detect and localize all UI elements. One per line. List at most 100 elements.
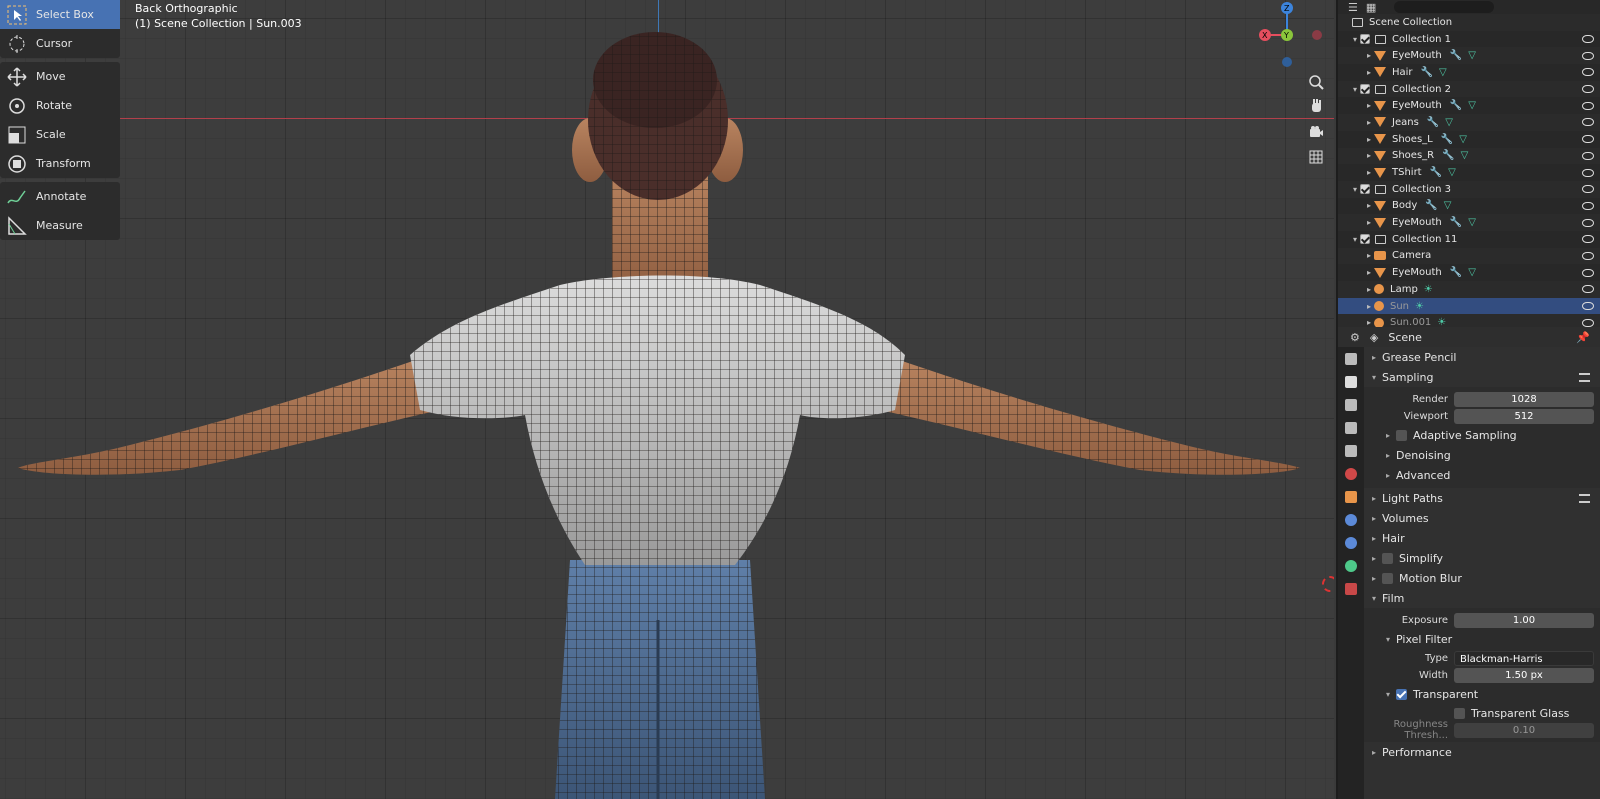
- section-sampling[interactable]: ▾ Sampling: [1364, 367, 1600, 387]
- 3d-viewport[interactable]: Select Box Cursor Move Rotate Scale Tran…: [0, 0, 1334, 799]
- visibility-eye-icon[interactable]: [1582, 235, 1594, 244]
- disclosure-collapsed-icon[interactable]: ▸: [1364, 51, 1374, 60]
- visibility-eye-icon[interactable]: [1582, 201, 1594, 210]
- outliner-row[interactable]: ▸ Shoes_R 🔧 ▽: [1338, 147, 1600, 165]
- outliner-row[interactable]: ▸ EyeMouth 🔧 ▽: [1338, 264, 1600, 281]
- mesh-data-icon[interactable]: ▽: [1468, 217, 1476, 228]
- visibility-eye-icon[interactable]: [1582, 135, 1594, 144]
- tool-rotate[interactable]: Rotate: [0, 91, 120, 120]
- disclosure-collapsed-icon[interactable]: ▸: [1364, 285, 1374, 294]
- render-tab-icon[interactable]: [1338, 370, 1364, 393]
- disclosure-collapsed-icon[interactable]: ▸: [1364, 151, 1374, 160]
- outliner-row[interactable]: ▸ Jeans 🔧 ▽: [1338, 114, 1600, 131]
- collection-checkbox[interactable]: [1360, 34, 1370, 45]
- section-hair[interactable]: ▸ Hair: [1364, 528, 1600, 548]
- mesh-data-icon[interactable]: ▽: [1448, 167, 1456, 178]
- tool-cursor[interactable]: Cursor: [0, 29, 120, 58]
- list-icon[interactable]: [1579, 372, 1590, 382]
- disclosure-collapsed-icon[interactable]: ▸: [1364, 218, 1374, 227]
- scene-tab-icon[interactable]: [1338, 439, 1364, 462]
- outliner-row[interactable]: ▸ EyeMouth 🔧 ▽: [1338, 97, 1600, 114]
- transparent-checkbox[interactable]: [1396, 688, 1407, 700]
- light-data-icon[interactable]: ☀: [1424, 284, 1433, 295]
- disclosure-expanded-icon[interactable]: ▾: [1350, 235, 1360, 244]
- outliner-row[interactable]: ▸ TShirt 🔧 ▽: [1338, 164, 1600, 181]
- object-tab-icon[interactable]: [1338, 485, 1364, 508]
- disclosure-collapsed-icon[interactable]: ▸: [1364, 201, 1374, 210]
- grid-toggle-icon[interactable]: [1304, 145, 1328, 169]
- modifier-icon[interactable]: 🔧: [1425, 200, 1437, 211]
- section-volumes[interactable]: ▸ Volumes: [1364, 508, 1600, 528]
- list-icon[interactable]: [1579, 493, 1590, 503]
- modifier-icon[interactable]: 🔧: [1450, 267, 1462, 278]
- visibility-eye-icon[interactable]: [1582, 35, 1594, 44]
- outliner-row[interactable]: ▸ EyeMouth 🔧 ▽: [1338, 214, 1600, 231]
- disclosure-expanded-icon[interactable]: ▾: [1350, 35, 1360, 44]
- outliner-row[interactable]: ▸ Sun ☀: [1338, 297, 1600, 315]
- outliner-row[interactable]: ▾ Collection 2: [1338, 80, 1600, 98]
- zoom-icon[interactable]: [1304, 70, 1328, 94]
- pin-icon[interactable]: 📌: [1576, 331, 1590, 344]
- outliner-row[interactable]: ▸ Sun.001 ☀: [1338, 314, 1600, 327]
- disclosure-collapsed-icon[interactable]: ▸: [1364, 118, 1374, 127]
- outliner-row[interactable]: ▾ Collection 1: [1338, 31, 1600, 48]
- collection-checkbox[interactable]: [1360, 84, 1370, 95]
- section-motion-blur[interactable]: ▸ Motion Blur: [1364, 568, 1600, 588]
- section-adaptive-sampling[interactable]: ▸ Adaptive Sampling: [1364, 425, 1600, 445]
- mesh-data-icon[interactable]: ▽: [1445, 117, 1453, 128]
- outliner-search-input[interactable]: [1394, 1, 1495, 13]
- camera-view-icon[interactable]: [1304, 120, 1328, 144]
- disclosure-collapsed-icon[interactable]: ▸: [1364, 135, 1374, 144]
- data-tab-icon[interactable]: [1338, 554, 1364, 577]
- section-denoising[interactable]: ▸ Denoising: [1364, 445, 1600, 465]
- mesh-data-icon[interactable]: ▽: [1444, 200, 1452, 211]
- motion-blur-checkbox[interactable]: [1382, 572, 1393, 584]
- outliner-row[interactable]: ▸ Lamp ☀: [1338, 281, 1600, 298]
- visibility-eye-icon[interactable]: [1582, 268, 1594, 277]
- visibility-eye-icon[interactable]: [1582, 318, 1594, 327]
- simplify-checkbox[interactable]: [1382, 552, 1393, 564]
- disclosure-expanded-icon[interactable]: ▾: [1350, 85, 1360, 94]
- light-data-icon[interactable]: ☀: [1437, 317, 1446, 327]
- modifier-tab-icon[interactable]: [1338, 508, 1364, 531]
- mesh-data-icon[interactable]: ▽: [1439, 67, 1447, 78]
- visibility-eye-icon[interactable]: [1582, 101, 1594, 110]
- modifier-icon[interactable]: 🔧: [1442, 150, 1454, 161]
- visibility-eye-icon[interactable]: [1582, 85, 1594, 94]
- tool-select-box[interactable]: Select Box: [0, 0, 120, 29]
- adaptive-checkbox[interactable]: [1396, 429, 1407, 441]
- visibility-eye-icon[interactable]: [1582, 151, 1594, 160]
- tool-move[interactable]: Move: [0, 62, 120, 91]
- tool-measure[interactable]: Measure: [0, 211, 120, 240]
- visibility-eye-icon[interactable]: [1582, 285, 1594, 294]
- texture-tab-icon[interactable]: [1338, 577, 1364, 600]
- modifier-icon[interactable]: 🔧: [1427, 117, 1439, 128]
- visibility-eye-icon[interactable]: [1582, 302, 1594, 311]
- visibility-eye-icon[interactable]: [1582, 251, 1594, 260]
- modifier-icon[interactable]: 🔧: [1450, 100, 1462, 111]
- disclosure-collapsed-icon[interactable]: ▸: [1364, 302, 1374, 311]
- output-tab-icon[interactable]: [1338, 393, 1364, 416]
- character-model[interactable]: [0, 0, 1334, 799]
- disclosure-collapsed-icon[interactable]: ▸: [1364, 101, 1374, 110]
- tool-transform[interactable]: Transform: [0, 149, 120, 178]
- section-simplify[interactable]: ▸ Simplify: [1364, 548, 1600, 568]
- modifier-icon[interactable]: 🔧: [1450, 50, 1462, 61]
- world-tab-icon[interactable]: [1338, 462, 1364, 485]
- disclosure-collapsed-icon[interactable]: ▸: [1364, 168, 1374, 177]
- visibility-eye-icon[interactable]: [1582, 68, 1594, 77]
- light-data-icon[interactable]: ☀: [1415, 301, 1424, 312]
- mesh-data-icon[interactable]: ▽: [1468, 267, 1476, 278]
- navigation-gizmo[interactable]: Z X Y: [1255, 0, 1325, 70]
- outliner-row[interactable]: ▸ EyeMouth 🔧 ▽: [1338, 47, 1600, 65]
- disclosure-collapsed-icon[interactable]: ▸: [1364, 268, 1374, 277]
- viewport-samples-value[interactable]: 512: [1454, 408, 1594, 424]
- disclosure-collapsed-icon[interactable]: ▸: [1364, 318, 1374, 327]
- physics-tab-icon[interactable]: [1338, 531, 1364, 554]
- mesh-data-icon[interactable]: ▽: [1461, 150, 1469, 161]
- outliner-editor-icon[interactable]: ☰: [1348, 1, 1358, 14]
- outliner-filter-icon[interactable]: ▦: [1366, 1, 1376, 14]
- mesh-data-icon[interactable]: ▽: [1468, 100, 1476, 111]
- section-performance[interactable]: ▸ Performance: [1364, 742, 1600, 762]
- properties-editor-icon[interactable]: ⚙: [1350, 331, 1360, 344]
